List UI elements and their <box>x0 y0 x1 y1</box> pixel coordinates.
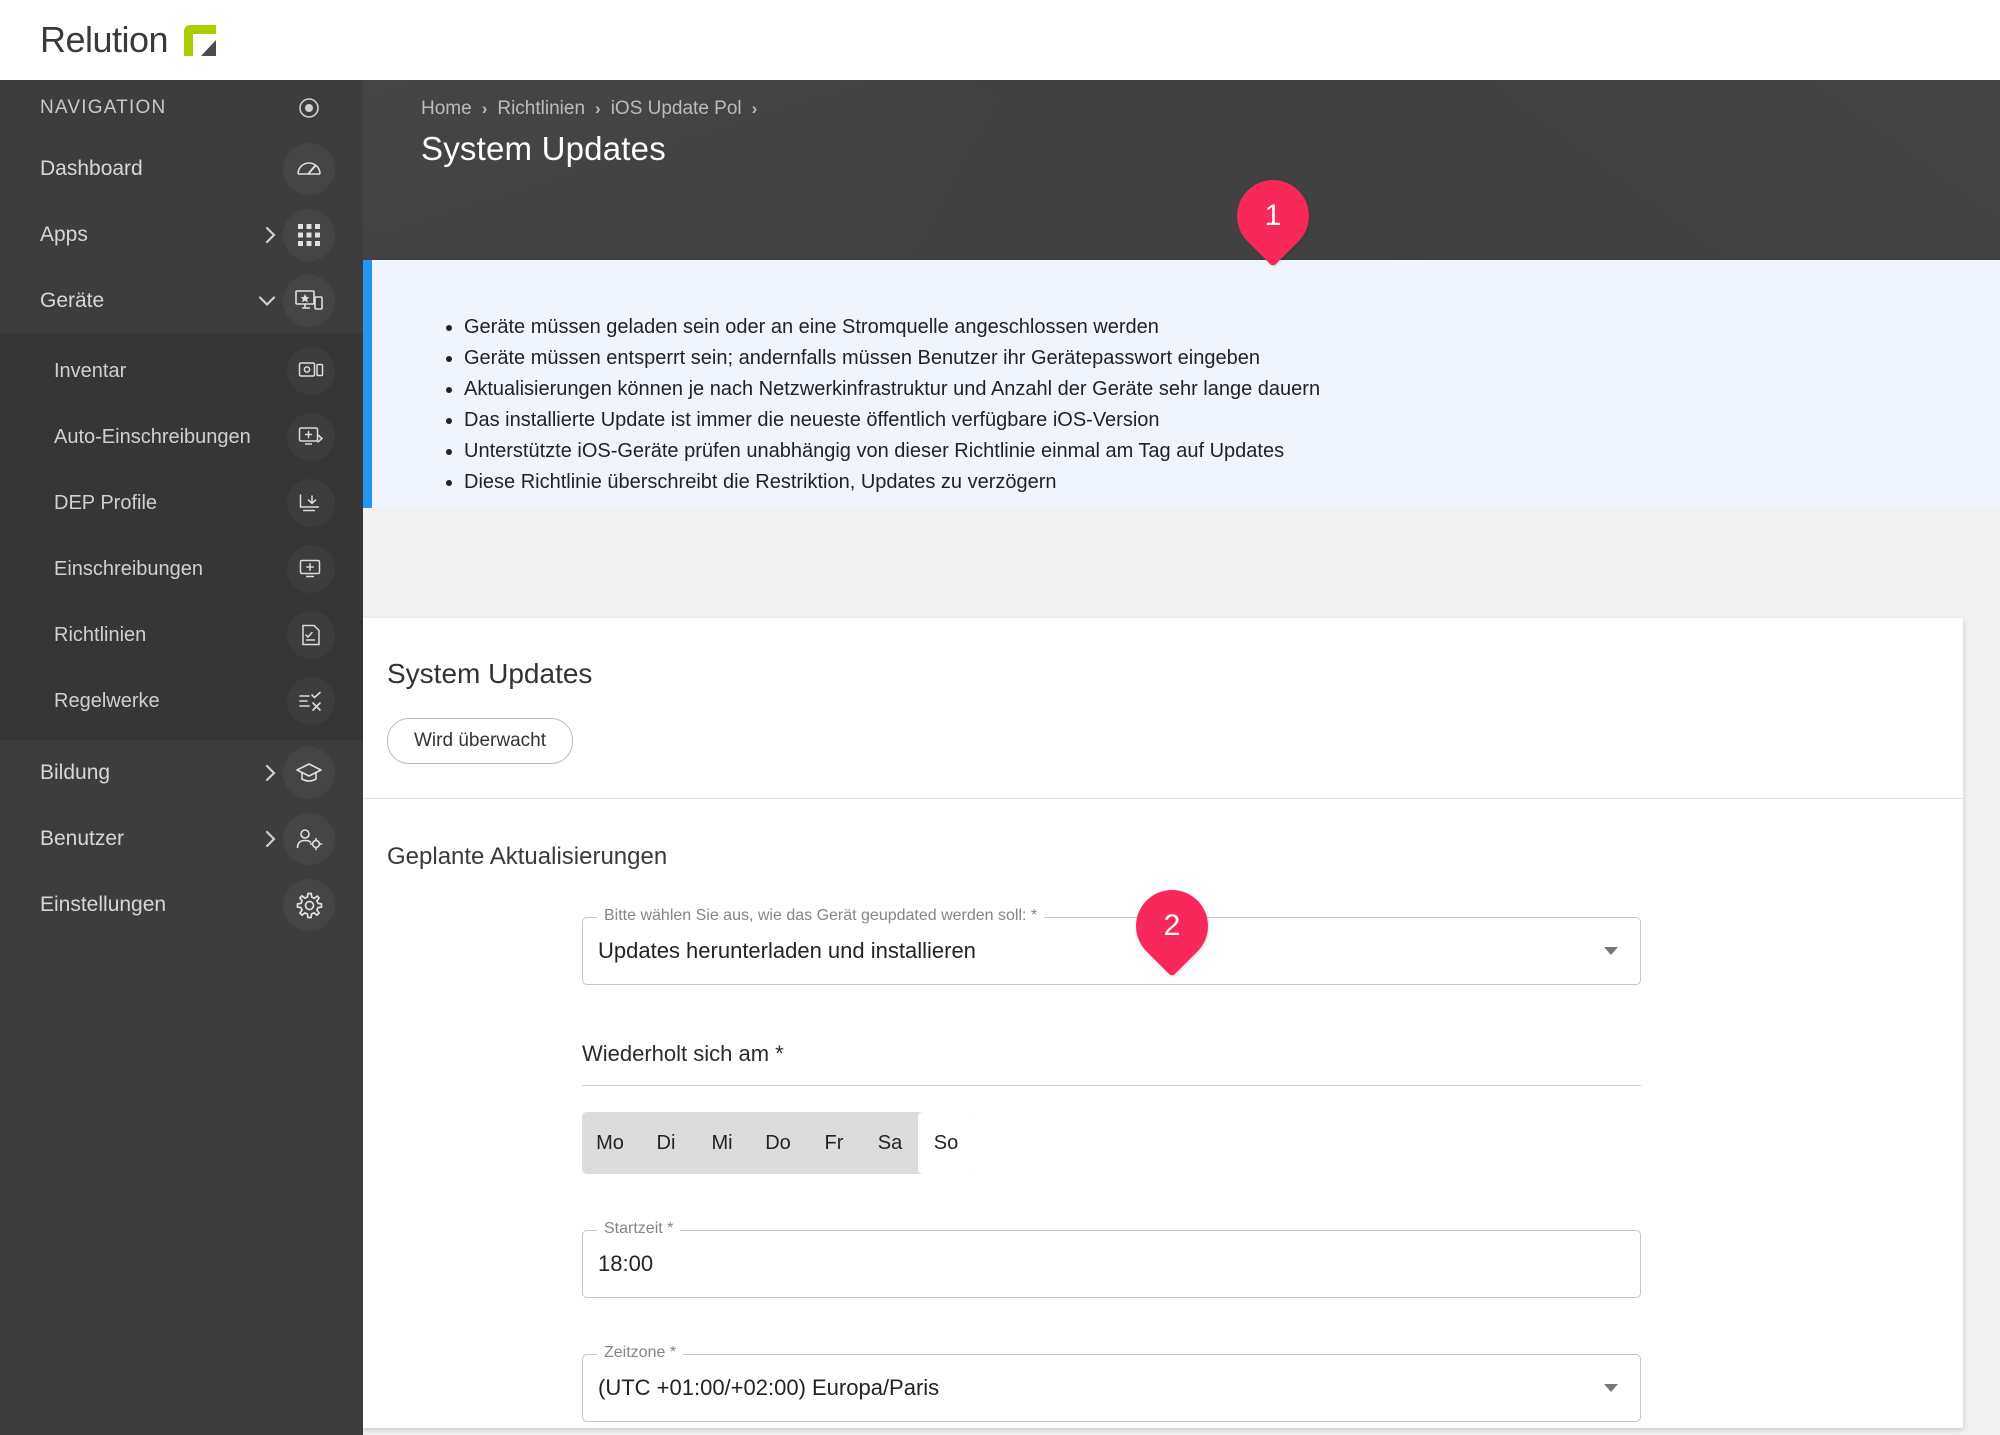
annotation-marker-number: 1 <box>1264 199 1282 232</box>
timezone-label: Zeitzone * <box>597 1344 684 1362</box>
sidebar-heading: NAVIGATION <box>0 80 363 136</box>
start-time-value: 18:00 <box>598 1251 654 1276</box>
timezone-value: (UTC +01:00/+02:00) Europa/Paris <box>598 1375 940 1400</box>
breadcrumb: Home › Richtlinien › iOS Update Pol › <box>421 94 2000 124</box>
sidebar-item-label: Apps <box>40 223 88 246</box>
sidebar-item-einschreibungen[interactable]: Einschreibungen <box>0 536 363 602</box>
page-header: Home › Richtlinien › iOS Update Pol › Sy… <box>363 80 2000 260</box>
sidebar-item-label: Dashboard <box>40 157 143 180</box>
brand-bar: Relution <box>0 0 2000 80</box>
breadcrumb-item-policy[interactable]: iOS Update Pol <box>611 98 742 120</box>
chevron-down-icon <box>257 295 277 308</box>
auto-enroll-icon <box>287 413 335 461</box>
device-inventory-icon <box>287 347 335 395</box>
info-bullet: Aktualisierungen können je nach Netzwerk… <box>464 374 2000 405</box>
breadcrumb-separator-icon: › <box>481 99 488 118</box>
info-bullet: Geräte müssen geladen sein oder an eine … <box>464 312 2000 343</box>
chevron-down-icon[interactable] <box>1604 1384 1618 1392</box>
sidebar-item-bildung[interactable]: Bildung <box>0 740 363 806</box>
main-content: Home › Richtlinien › iOS Update Pol › Sy… <box>363 80 2000 1435</box>
start-time-field[interactable]: Startzeit * 18:00 <box>582 1220 1641 1298</box>
weekday-button-so[interactable]: So <box>918 1112 974 1174</box>
annotation-marker-number: 2 <box>1163 909 1181 942</box>
card-title: System Updates <box>387 658 593 689</box>
repeats-on-group: Wiederholt sich am * Mo Di Mi Do Fr Sa S… <box>582 1041 1641 1174</box>
sidebar-item-dashboard[interactable]: Dashboard <box>0 136 363 202</box>
sidebar-item-auto-einschreibungen[interactable]: Auto-Einschreibungen <box>0 404 363 470</box>
breadcrumb-separator-icon: › <box>595 99 601 118</box>
repeats-on-label: Wiederholt sich am * <box>582 1041 784 1066</box>
sidebar-item-label: Inventar <box>54 359 127 382</box>
user-settings-icon <box>283 813 335 865</box>
status-badge[interactable]: Wird überwacht <box>387 718 573 764</box>
info-bullet-list: Geräte müssen geladen sein oder an eine … <box>446 312 2000 498</box>
start-time-label: Startzeit * <box>597 1220 681 1238</box>
policy-document-icon <box>287 611 335 659</box>
info-bullet: Unterstützte iOS-Geräte prüfen unabhängi… <box>464 436 2000 467</box>
sidebar-item-label: Geräte <box>40 289 105 312</box>
relution-logo-icon <box>168 23 218 57</box>
breadcrumb-separator-icon: › <box>751 99 758 118</box>
chevron-right-icon <box>264 763 277 783</box>
breadcrumb-item-richtlinien[interactable]: Richtlinien <box>497 98 585 120</box>
sidebar-item-label: Benutzer <box>40 827 125 850</box>
sidebar-item-label: Einschreibungen <box>54 557 203 580</box>
weekday-button-do[interactable]: Do <box>750 1112 806 1174</box>
annotation-marker-2: 2 <box>1121 875 1223 977</box>
target-dot-icon[interactable] <box>289 88 329 128</box>
chevron-down-icon[interactable] <box>1604 947 1618 955</box>
system-updates-card: System Updates Wird überwacht Geplante A… <box>363 618 1963 1428</box>
speedometer-icon <box>283 143 335 195</box>
sidebar-item-apps[interactable]: Apps <box>0 202 363 268</box>
sidebar-item-einstellungen[interactable]: Einstellungen <box>0 872 363 938</box>
info-panel-band: Geräte müssen geladen sein oder an eine … <box>363 260 2000 508</box>
weekday-button-sa[interactable]: Sa <box>862 1112 918 1174</box>
info-bullet: Diese Richtlinie überschreibt die Restri… <box>464 467 2000 498</box>
weekday-button-fr[interactable]: Fr <box>806 1112 862 1174</box>
sidebar-item-regelwerke[interactable]: Regelwerke <box>0 668 363 734</box>
chevron-right-icon <box>264 225 277 245</box>
weekday-button-mo[interactable]: Mo <box>582 1112 638 1174</box>
sidebar-item-label: Regelwerke <box>54 689 160 712</box>
devices-icon <box>283 275 335 327</box>
sidebar: NAVIGATION Dashboard Apps Geräte Inventa… <box>0 80 363 1435</box>
rules-checklist-icon <box>287 677 335 725</box>
timezone-select[interactable]: Zeitzone * (UTC +01:00/+02:00) Europa/Pa… <box>582 1344 1641 1422</box>
gear-icon <box>283 879 335 931</box>
info-panel: Geräte müssen geladen sein oder an eine … <box>363 260 2000 508</box>
content-area: System Updates Wird überwacht Geplante A… <box>363 508 2000 1435</box>
sidebar-item-benutzer[interactable]: Benutzer <box>0 806 363 872</box>
sidebar-item-label: Bildung <box>40 761 111 784</box>
weekday-button-di[interactable]: Di <box>638 1112 694 1174</box>
repeats-on-underline <box>582 1085 1641 1086</box>
weekday-toggle-group: Mo Di Mi Do Fr Sa So <box>582 1112 974 1174</box>
graduation-cap-icon <box>283 747 335 799</box>
dep-download-icon <box>287 479 335 527</box>
page-title: System Updates <box>421 130 666 167</box>
grid-apps-icon <box>283 209 335 261</box>
info-bullet: Geräte müssen entsperrt sein; andernfall… <box>464 343 2000 374</box>
breadcrumb-item-home[interactable]: Home <box>421 98 472 120</box>
update-mode-select[interactable]: Bitte wählen Sie aus, wie das Gerät geup… <box>582 907 1641 985</box>
sidebar-item-richtlinien[interactable]: Richtlinien <box>0 602 363 668</box>
sidebar-item-label: DEP Profile <box>54 491 158 514</box>
sidebar-item-dep-profile[interactable]: DEP Profile <box>0 470 363 536</box>
annotation-marker-1: 1 <box>1222 165 1324 267</box>
sidebar-item-label: Richtlinien <box>54 623 147 646</box>
sidebar-heading-label: NAVIGATION <box>40 97 167 118</box>
sidebar-item-label: Auto-Einschreibungen <box>54 425 251 448</box>
update-mode-value: Updates herunterladen und installieren <box>598 938 976 963</box>
chevron-right-icon <box>264 829 277 849</box>
brand-name: Relution <box>40 19 169 60</box>
weekday-button-mi[interactable]: Mi <box>694 1112 750 1174</box>
sidebar-item-inventar[interactable]: Inventar <box>0 338 363 404</box>
sidebar-submenu-geraete: Inventar Auto-Einschreibungen DEP Profil… <box>0 334 363 740</box>
enroll-plus-icon <box>287 545 335 593</box>
section-title: Geplante Aktualisierungen <box>387 843 668 870</box>
update-mode-label: Bitte wählen Sie aus, wie das Gerät geup… <box>597 907 1045 925</box>
app-root: Relution NAVIGATION Dashboard Apps Gerät… <box>0 0 2000 1435</box>
sidebar-item-geraete[interactable]: Geräte <box>0 268 363 334</box>
sidebar-item-label: Einstellungen <box>40 893 167 916</box>
info-bullet: Das installierte Update ist immer die ne… <box>464 405 2000 436</box>
